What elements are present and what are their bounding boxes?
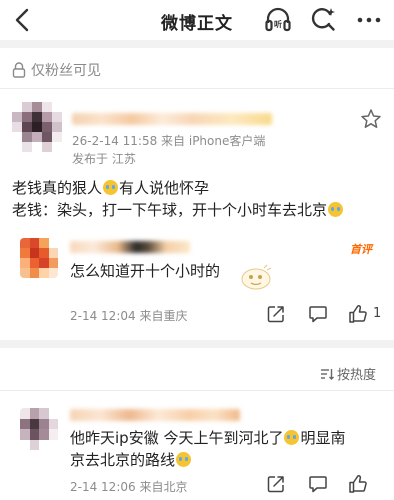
like-icon[interactable] (348, 304, 368, 324)
author-name-blurred[interactable] (72, 113, 272, 125)
post-text-part: 老钱真的狠人 (12, 179, 103, 197)
crying-emoji-icon (103, 180, 119, 195)
svg-text:听: 听 (274, 19, 282, 29)
comment-meta: 2-14 12:06 来自北京 (70, 480, 188, 494)
more-icon[interactable] (357, 13, 381, 27)
share-icon[interactable] (266, 304, 286, 324)
search-icon[interactable] (310, 6, 336, 32)
sort-icon (321, 368, 334, 380)
reply-text: 怎么知道开十个小时的 (70, 262, 221, 280)
top-bar: 微博正文 听 (0, 0, 394, 40)
divider (0, 390, 394, 391)
comment-icon[interactable] (308, 474, 328, 494)
comment-icon[interactable] (308, 304, 328, 324)
comment-avatar[interactable] (20, 408, 58, 450)
post-text-line-1: 老钱真的狠人 有人说他怀孕 (12, 177, 209, 199)
divider (0, 88, 394, 89)
lock-icon (12, 62, 26, 78)
crying-emoji-icon (284, 430, 300, 445)
post-meta: 26-2-14 11:58 来自 iPhone客户端 (72, 134, 266, 148)
post-text-part: 有人说他怀孕 (119, 179, 210, 197)
crying-emoji-icon (328, 202, 344, 217)
like-count: 1 (373, 306, 382, 321)
comment-text-line-1: 他昨天ip安徽 今天上午到河北了 明显南 (70, 427, 345, 449)
sticker-icon (241, 264, 272, 290)
divider (0, 340, 394, 348)
commenter-name-blurred[interactable] (70, 409, 240, 421)
privacy-text: 仅粉丝可见 (31, 63, 101, 79)
comment-text-line-2: 京去北京的路线 (70, 449, 192, 471)
star-icon[interactable] (360, 108, 382, 130)
sort-label: 按热度 (337, 368, 377, 383)
comment-text-part: 明显南 (300, 429, 346, 447)
comment-text-part: 京去北京的路线 (70, 451, 176, 469)
divider (0, 40, 394, 48)
post-text-line-2: 老钱：染头，打一下午球，开十个小时车去北京 (12, 199, 344, 221)
post-location: 发布于 江苏 (72, 152, 136, 166)
like-icon[interactable] (348, 474, 368, 494)
crying-emoji-icon (176, 452, 192, 467)
share-icon[interactable] (266, 474, 286, 494)
privacy-label: 仅粉丝可见 (12, 60, 101, 80)
sort-by-hot-button[interactable]: 按热度 (320, 364, 376, 383)
avatar[interactable] (12, 102, 62, 152)
reply-name-blurred[interactable] (70, 241, 190, 253)
post-text-part: 老钱：染头，打一下午球，开十个小时车去北京 (12, 201, 328, 219)
reply-meta: 2-14 12:04 来自重庆 (70, 309, 188, 323)
first-comment-badge: 首评 (350, 243, 372, 256)
reply-avatar[interactable] (20, 238, 58, 278)
comment-text-part: 他昨天ip安徽 今天上午到河北了 (70, 429, 284, 447)
listen-icon[interactable]: 听 (264, 6, 292, 34)
